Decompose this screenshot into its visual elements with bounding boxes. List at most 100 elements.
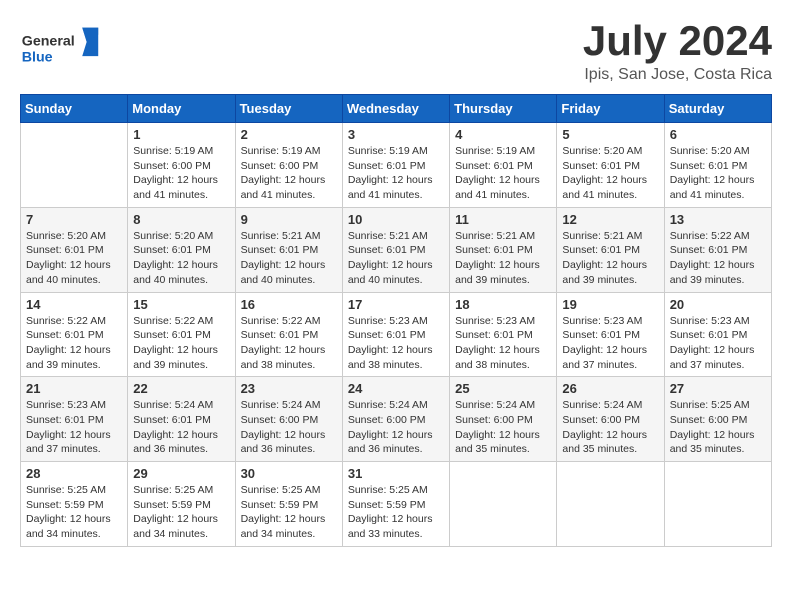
day-number: 7 <box>26 212 122 227</box>
day-number: 23 <box>241 381 337 396</box>
day-number: 12 <box>562 212 658 227</box>
calendar-cell: 16 Sunrise: 5:22 AM Sunset: 6:01 PM Dayli… <box>235 292 342 377</box>
day-info: Sunrise: 5:22 AM Sunset: 6:01 PM Dayligh… <box>241 314 337 373</box>
calendar-cell <box>450 462 557 547</box>
calendar-cell: 19Sunrise: 5:23 AM Sunset: 6:01 PM Dayli… <box>557 292 664 377</box>
general-blue-logo: General Blue <box>20 20 100 70</box>
day-number: 3 <box>348 127 444 142</box>
calendar-cell: 28 Sunrise: 5:25 AM Sunset: 5:59 PM Dayli… <box>21 462 128 547</box>
day-number: 13 <box>670 212 766 227</box>
calendar-cell: 17Sunrise: 5:23 AM Sunset: 6:01 PM Dayli… <box>342 292 449 377</box>
calendar-cell: 14 Sunrise: 5:22 AM Sunset: 6:01 PM Dayli… <box>21 292 128 377</box>
calendar-cell: 6 Sunrise: 5:20 AM Sunset: 6:01 PM Daylig… <box>664 123 771 208</box>
calendar-cell: 11 Sunrise: 5:21 AM Sunset: 6:01 PM Dayli… <box>450 207 557 292</box>
day-number: 11 <box>455 212 551 227</box>
page-header: General Blue July 2024 Ipis, San Jose, C… <box>20 20 772 84</box>
calendar-cell <box>664 462 771 547</box>
calendar-cell: 29 Sunrise: 5:25 AM Sunset: 5:59 PM Dayli… <box>128 462 235 547</box>
calendar-cell: 30 Sunrise: 5:25 AM Sunset: 5:59 PM Dayli… <box>235 462 342 547</box>
day-info: Sunrise: 5:19 AM Sunset: 6:01 PM Dayligh… <box>455 144 551 203</box>
day-number: 26 <box>562 381 658 396</box>
day-number: 5 <box>562 127 658 142</box>
month-title: July 2024 <box>583 20 772 62</box>
calendar-cell: 12 Sunrise: 5:21 AM Sunset: 6:01 PM Dayli… <box>557 207 664 292</box>
day-number: 19 <box>562 297 658 312</box>
day-number: 9 <box>241 212 337 227</box>
day-info: Sunrise: 5:19 AM Sunset: 6:00 PM Dayligh… <box>241 144 337 203</box>
day-info: Sunrise: 5:22 AM Sunset: 6:01 PM Dayligh… <box>133 314 229 373</box>
day-info: Sunrise: 5:23 AM Sunset: 6:01 PM Dayligh… <box>348 314 444 373</box>
calendar-cell: 8Sunrise: 5:20 AM Sunset: 6:01 PM Daylig… <box>128 207 235 292</box>
svg-text:Blue: Blue <box>22 49 53 65</box>
day-info: Sunrise: 5:21 AM Sunset: 6:01 PM Dayligh… <box>241 229 337 288</box>
day-info: Sunrise: 5:20 AM Sunset: 6:01 PM Dayligh… <box>133 229 229 288</box>
day-info: Sunrise: 5:21 AM Sunset: 6:01 PM Dayligh… <box>455 229 551 288</box>
calendar-cell: 13 Sunrise: 5:22 AM Sunset: 6:01 PM Dayli… <box>664 207 771 292</box>
day-info: Sunrise: 5:23 AM Sunset: 6:01 PM Dayligh… <box>26 398 122 457</box>
day-info: Sunrise: 5:20 AM Sunset: 6:01 PM Dayligh… <box>670 144 766 203</box>
day-info: Sunrise: 5:25 AM Sunset: 5:59 PM Dayligh… <box>241 483 337 542</box>
calendar-cell: 4 Sunrise: 5:19 AM Sunset: 6:01 PM Daylig… <box>450 123 557 208</box>
calendar-cell: 23 Sunrise: 5:24 AM Sunset: 6:00 PM Dayli… <box>235 377 342 462</box>
day-info: Sunrise: 5:25 AM Sunset: 5:59 PM Dayligh… <box>133 483 229 542</box>
weekday-header: Tuesday <box>235 95 342 123</box>
day-info: Sunrise: 5:20 AM Sunset: 6:01 PM Dayligh… <box>26 229 122 288</box>
calendar-week-row: 1 Sunrise: 5:19 AM Sunset: 6:00 PM Daylig… <box>21 123 772 208</box>
day-number: 14 <box>26 297 122 312</box>
day-number: 18 <box>455 297 551 312</box>
calendar-week-row: 14 Sunrise: 5:22 AM Sunset: 6:01 PM Dayli… <box>21 292 772 377</box>
weekday-header: Saturday <box>664 95 771 123</box>
day-number: 30 <box>241 466 337 481</box>
calendar-week-row: 21Sunrise: 5:23 AM Sunset: 6:01 PM Dayli… <box>21 377 772 462</box>
day-info: Sunrise: 5:19 AM Sunset: 6:01 PM Dayligh… <box>348 144 444 203</box>
weekday-header: Thursday <box>450 95 557 123</box>
calendar-cell: 25 Sunrise: 5:24 AM Sunset: 6:00 PM Dayli… <box>450 377 557 462</box>
day-number: 16 <box>241 297 337 312</box>
day-info: Sunrise: 5:25 AM Sunset: 6:00 PM Dayligh… <box>670 398 766 457</box>
day-number: 24 <box>348 381 444 396</box>
day-info: Sunrise: 5:19 AM Sunset: 6:00 PM Dayligh… <box>133 144 229 203</box>
calendar-cell: 21Sunrise: 5:23 AM Sunset: 6:01 PM Dayli… <box>21 377 128 462</box>
day-number: 25 <box>455 381 551 396</box>
calendar-week-row: 28 Sunrise: 5:25 AM Sunset: 5:59 PM Dayli… <box>21 462 772 547</box>
calendar-cell: 15Sunrise: 5:22 AM Sunset: 6:01 PM Dayli… <box>128 292 235 377</box>
day-info: Sunrise: 5:21 AM Sunset: 6:01 PM Dayligh… <box>562 229 658 288</box>
day-number: 4 <box>455 127 551 142</box>
day-number: 6 <box>670 127 766 142</box>
calendar-cell: 5Sunrise: 5:20 AM Sunset: 6:01 PM Daylig… <box>557 123 664 208</box>
calendar-table: SundayMondayTuesdayWednesdayThursdayFrid… <box>20 94 772 547</box>
day-number: 2 <box>241 127 337 142</box>
weekday-header: Sunday <box>21 95 128 123</box>
day-info: Sunrise: 5:24 AM Sunset: 6:00 PM Dayligh… <box>562 398 658 457</box>
day-info: Sunrise: 5:22 AM Sunset: 6:01 PM Dayligh… <box>670 229 766 288</box>
calendar-cell: 3 Sunrise: 5:19 AM Sunset: 6:01 PM Daylig… <box>342 123 449 208</box>
calendar-cell: 20 Sunrise: 5:23 AM Sunset: 6:01 PM Dayli… <box>664 292 771 377</box>
day-info: Sunrise: 5:23 AM Sunset: 6:01 PM Dayligh… <box>455 314 551 373</box>
location: Ipis, San Jose, Costa Rica <box>583 66 772 84</box>
day-info: Sunrise: 5:22 AM Sunset: 6:01 PM Dayligh… <box>26 314 122 373</box>
day-info: Sunrise: 5:24 AM Sunset: 6:00 PM Dayligh… <box>348 398 444 457</box>
logo: General Blue <box>20 20 100 70</box>
day-info: Sunrise: 5:24 AM Sunset: 6:01 PM Dayligh… <box>133 398 229 457</box>
calendar-cell: 31 Sunrise: 5:25 AM Sunset: 5:59 PM Dayli… <box>342 462 449 547</box>
calendar-cell: 18 Sunrise: 5:23 AM Sunset: 6:01 PM Dayli… <box>450 292 557 377</box>
weekday-header: Friday <box>557 95 664 123</box>
day-info: Sunrise: 5:24 AM Sunset: 6:00 PM Dayligh… <box>455 398 551 457</box>
day-number: 1 <box>133 127 229 142</box>
calendar-cell: 27Sunrise: 5:25 AM Sunset: 6:00 PM Dayli… <box>664 377 771 462</box>
calendar-cell: 26 Sunrise: 5:24 AM Sunset: 6:00 PM Dayli… <box>557 377 664 462</box>
day-number: 10 <box>348 212 444 227</box>
day-info: Sunrise: 5:24 AM Sunset: 6:00 PM Dayligh… <box>241 398 337 457</box>
calendar-cell: 2 Sunrise: 5:19 AM Sunset: 6:00 PM Daylig… <box>235 123 342 208</box>
day-info: Sunrise: 5:25 AM Sunset: 5:59 PM Dayligh… <box>348 483 444 542</box>
day-number: 29 <box>133 466 229 481</box>
calendar-week-row: 7 Sunrise: 5:20 AM Sunset: 6:01 PM Daylig… <box>21 207 772 292</box>
day-info: Sunrise: 5:23 AM Sunset: 6:01 PM Dayligh… <box>670 314 766 373</box>
day-number: 20 <box>670 297 766 312</box>
day-number: 28 <box>26 466 122 481</box>
day-number: 31 <box>348 466 444 481</box>
calendar-cell <box>21 123 128 208</box>
day-info: Sunrise: 5:25 AM Sunset: 5:59 PM Dayligh… <box>26 483 122 542</box>
calendar-cell: 24 Sunrise: 5:24 AM Sunset: 6:00 PM Dayli… <box>342 377 449 462</box>
calendar-cell: 1 Sunrise: 5:19 AM Sunset: 6:00 PM Daylig… <box>128 123 235 208</box>
